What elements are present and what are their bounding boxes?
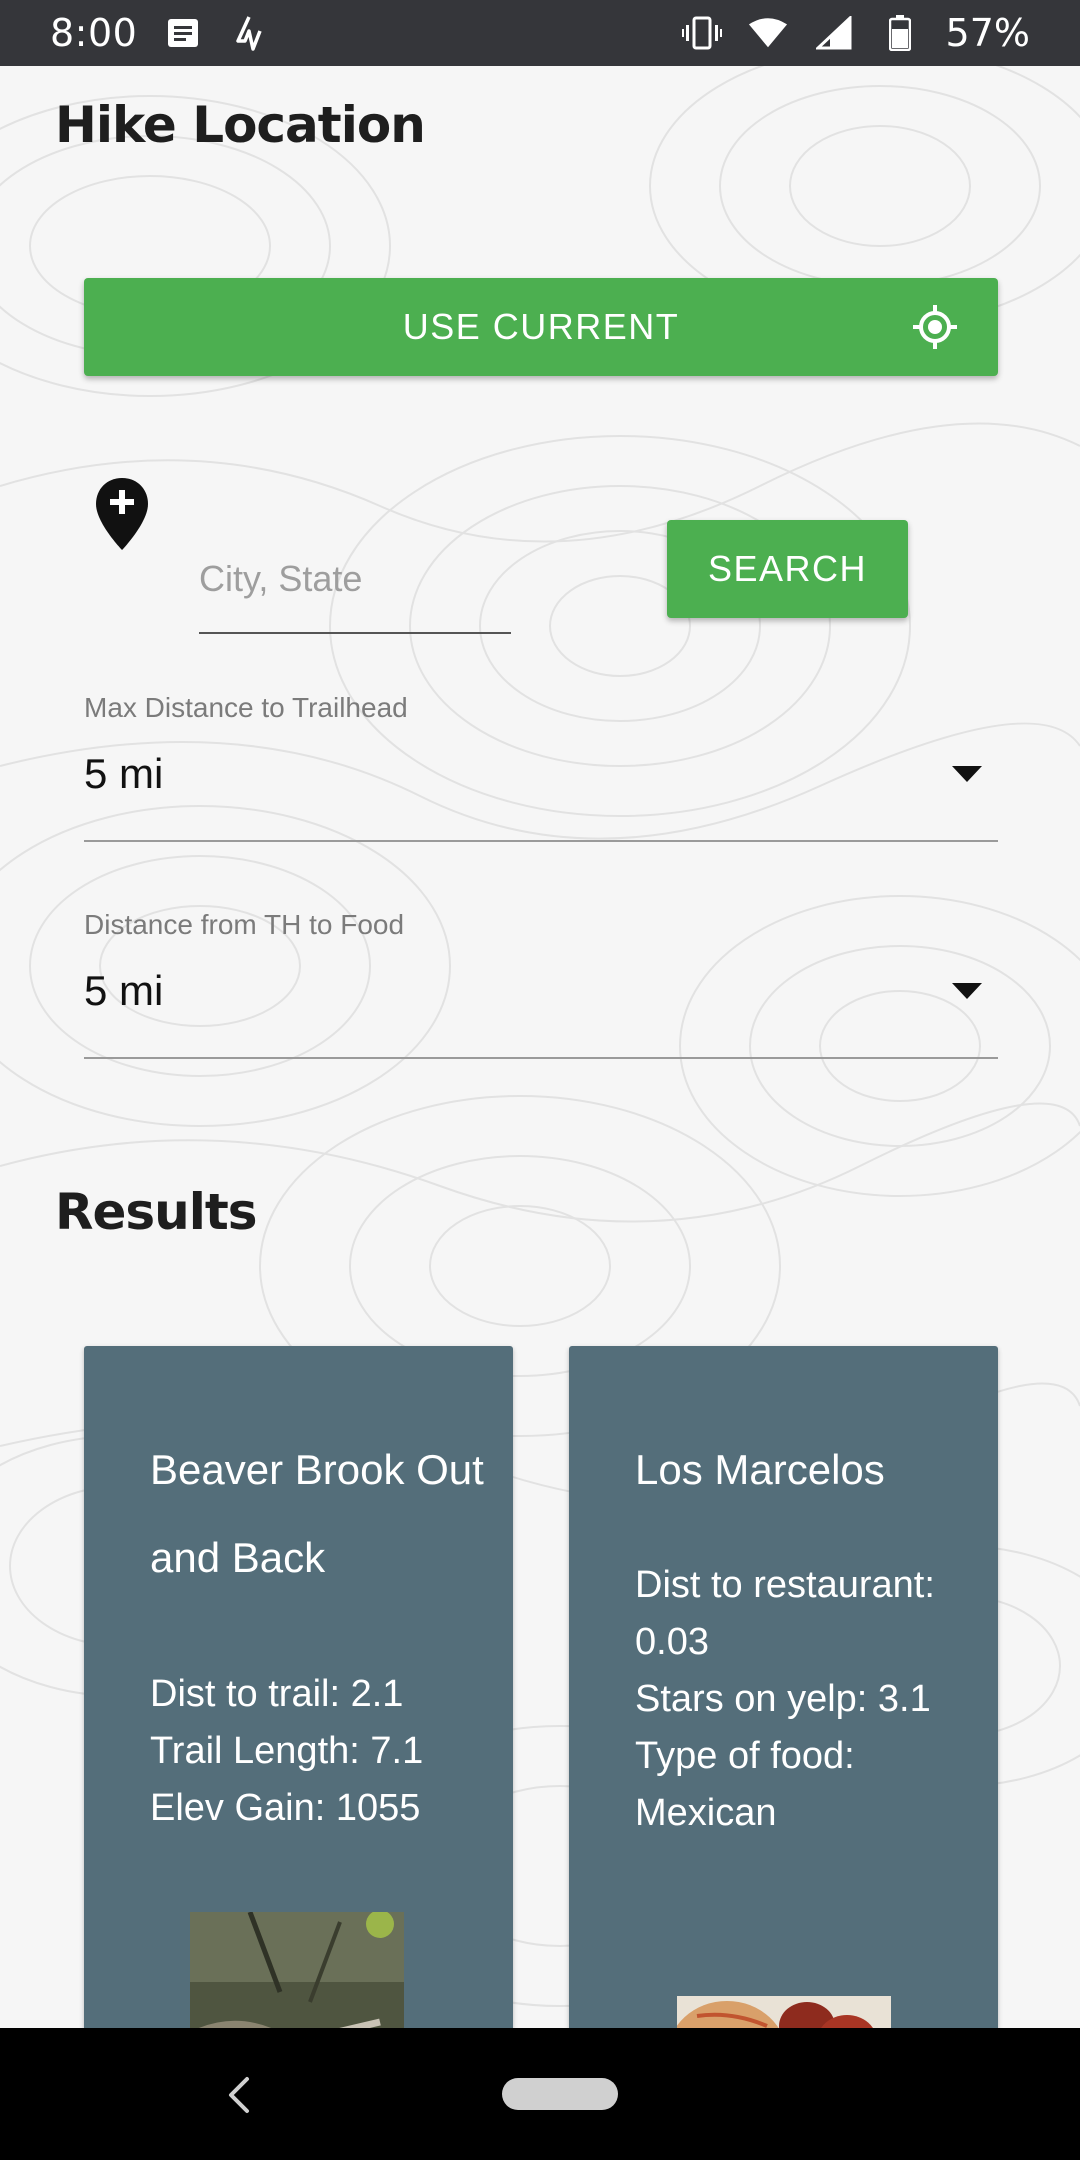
results-title: Results	[55, 1183, 258, 1241]
hike-location-title: Hike Location	[55, 96, 426, 154]
trail-name: Beaver Brook Out and Back	[150, 1446, 484, 1581]
max-distance-label: Max Distance to Trailhead	[84, 692, 408, 723]
main-content[interactable]: Hike Location USE CURRENT SEARCH Max Dis…	[0, 66, 1080, 2028]
use-current-button[interactable]: USE CURRENT	[84, 278, 998, 376]
restaurant-details: Dist to restaurant: 0.03 Stars on yelp: …	[635, 1557, 975, 1842]
trail-detail-line: Trail Length: 7.1	[150, 1730, 424, 1772]
use-current-label: USE CURRENT	[402, 306, 680, 347]
dropdown-underline	[84, 840, 998, 842]
status-time: 8:00	[50, 11, 138, 55]
search-button-label: SEARCH	[707, 548, 868, 589]
home-pill-button[interactable]	[502, 2078, 618, 2110]
search-button[interactable]: SEARCH	[667, 520, 908, 618]
signal-icon	[814, 13, 854, 53]
my-location-icon	[913, 305, 957, 349]
dropdown-arrow-icon	[952, 766, 982, 782]
back-icon[interactable]	[225, 2076, 251, 2114]
vibrate-icon	[681, 13, 722, 53]
restaurant-result-card[interactable]: Los Marcelos Dist to restaurant: 0.03 St…	[569, 1346, 998, 2028]
battery-icon	[880, 13, 920, 53]
max-distance-value: 5 mi	[84, 750, 164, 797]
trail-result-card[interactable]: Beaver Brook Out and Back Dist to trail:…	[84, 1346, 513, 2028]
battery-percent: 57%	[945, 11, 1030, 55]
wifi-icon	[748, 13, 788, 53]
restaurant-photo	[677, 1996, 891, 2028]
trail-detail-line: Elev Gain: 1055	[150, 1787, 421, 1829]
add-location-icon	[96, 478, 148, 550]
trail-details: Dist to trail: 2.1 Trail Length: 7.1 Ele…	[150, 1666, 490, 1837]
restaurant-detail-line: Dist to restaurant: 0.03	[635, 1564, 935, 1663]
food-distance-value: 5 mi	[84, 967, 164, 1014]
restaurant-detail-line: Type of food: Mexican	[635, 1735, 855, 1834]
dropdown-arrow-icon	[952, 983, 982, 999]
status-right: 57%	[681, 11, 1030, 55]
message-icon	[163, 13, 203, 53]
trail-detail-line: Dist to trail: 2.1	[150, 1673, 404, 1715]
restaurant-detail-line: Stars on yelp: 3.1	[635, 1678, 931, 1720]
food-distance-dropdown[interactable]: Distance from TH to Food 5 mi	[84, 909, 998, 1059]
status-bar: 8:00 57%	[0, 0, 1080, 66]
status-left: 8:00	[50, 11, 269, 55]
activity-icon	[229, 13, 269, 53]
trail-photo	[190, 1912, 404, 2028]
food-distance-label: Distance from TH to Food	[84, 909, 405, 940]
max-distance-dropdown[interactable]: Max Distance to Trailhead 5 mi	[84, 692, 998, 842]
dropdown-underline	[84, 1057, 998, 1059]
city-state-input[interactable]	[199, 542, 511, 634]
navigation-bar	[0, 2028, 1080, 2160]
restaurant-name: Los Marcelos	[635, 1446, 885, 1493]
